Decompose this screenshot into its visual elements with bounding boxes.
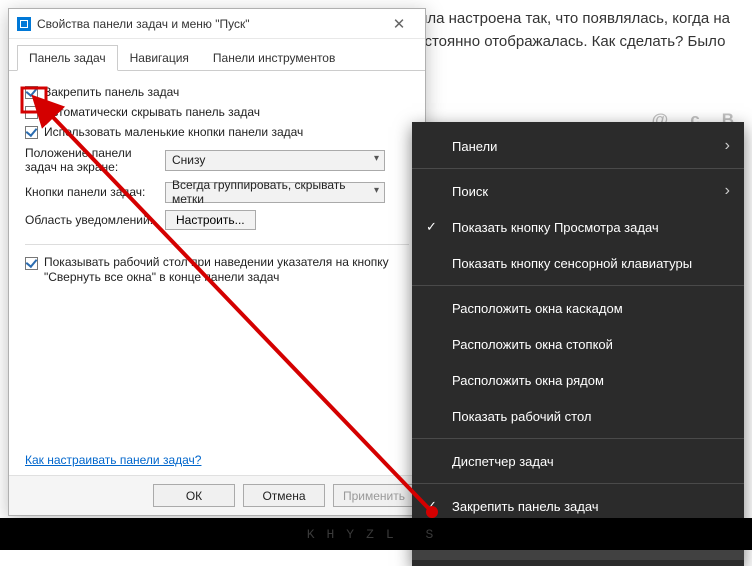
position-label: Положение панели задач на экране: — [25, 146, 165, 175]
checkbox-label: Закрепить панель задач — [44, 85, 179, 99]
ctx-touch-keyboard[interactable]: Показать кнопку сенсорной клавиатуры — [412, 245, 744, 281]
ctx-panels[interactable]: Панели — [412, 128, 744, 164]
checkbox-label: Автоматически скрывать панель задач — [44, 105, 260, 119]
notif-label: Область уведомлений: — [25, 213, 165, 227]
background-text: была настроена так, что появлялась, когд… — [408, 8, 742, 53]
title-bar: Свойства панели задач и меню "Пуск" ✕ — [9, 9, 425, 39]
apply-button[interactable]: Применить — [333, 484, 415, 507]
ctx-side[interactable]: Расположить окна рядом — [412, 362, 744, 398]
checkbox-label: Показывать рабочий стол при наведении ук… — [44, 255, 409, 285]
dialog-icon — [17, 17, 31, 31]
ok-button[interactable]: ОК — [153, 484, 235, 507]
buttons-combo[interactable]: Всегда группировать, скрывать метки — [165, 182, 385, 203]
checkbox-label: Использовать маленькие кнопки панели зад… — [44, 125, 303, 139]
ctx-cascade[interactable]: Расположить окна каскадом — [412, 290, 744, 326]
ctx-stack[interactable]: Расположить окна стопкой — [412, 326, 744, 362]
help-link[interactable]: Как настраивать панели задач? — [25, 453, 201, 467]
tab-body: Закрепить панель задач Автоматически скр… — [9, 70, 425, 285]
checkbox-lock-taskbar[interactable]: Закрепить панель задач — [25, 85, 409, 99]
taskbar-properties-dialog: Свойства панели задач и меню "Пуск" ✕ Па… — [8, 8, 426, 516]
checkbox-icon — [25, 126, 38, 139]
ctx-task-manager[interactable]: Диспетчер задач — [412, 443, 744, 479]
cancel-button[interactable]: Отмена — [243, 484, 325, 507]
close-icon[interactable]: ✕ — [381, 9, 417, 39]
taskbar-context-menu: Панели Поиск Показать кнопку Просмотра з… — [412, 122, 744, 566]
tab-navigation[interactable]: Навигация — [118, 45, 201, 71]
tabs: Панель задач Навигация Панели инструмент… — [9, 39, 425, 71]
checkbox-autohide[interactable]: Автоматически скрывать панель задач — [25, 105, 409, 119]
button-bar: ОК Отмена Применить — [9, 475, 425, 515]
ctx-taskview[interactable]: Показать кнопку Просмотра задач — [412, 209, 744, 245]
tab-taskbar[interactable]: Панель задач — [17, 45, 118, 71]
configure-button[interactable]: Настроить... — [165, 210, 256, 230]
dialog-title: Свойства панели задач и меню "Пуск" — [37, 17, 381, 31]
checkbox-icon — [25, 257, 38, 270]
tab-toolbars[interactable]: Панели инструментов — [201, 45, 347, 71]
ctx-search[interactable]: Поиск — [412, 173, 744, 209]
checkbox-show-desktop[interactable]: Показывать рабочий стол при наведении ук… — [25, 255, 409, 285]
buttons-label: Кнопки панели задач: — [25, 185, 165, 199]
black-bar: KHYZL S — [0, 518, 752, 550]
position-combo[interactable]: Снизу — [165, 150, 385, 171]
checkbox-small-buttons[interactable]: Использовать маленькие кнопки панели зад… — [25, 125, 409, 139]
ctx-show-desktop[interactable]: Показать рабочий стол — [412, 398, 744, 434]
checkbox-icon — [25, 106, 38, 119]
checkbox-icon — [25, 86, 38, 99]
